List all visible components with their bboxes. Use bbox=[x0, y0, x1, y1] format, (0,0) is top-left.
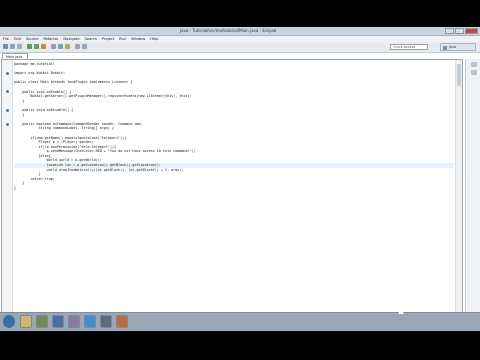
java-perspective-icon bbox=[443, 45, 447, 50]
code-editor[interactable]: package me.tutorial; import org.bukkit.Bu… bbox=[1, 59, 463, 329]
start-button[interactable] bbox=[3, 315, 15, 328]
eclipse-taskbar-icon[interactable] bbox=[52, 315, 64, 328]
debug-icon[interactable] bbox=[27, 44, 32, 49]
window-controls bbox=[445, 28, 478, 34]
minimize-button[interactable] bbox=[445, 28, 454, 34]
file-explorer-taskbar-icon[interactable] bbox=[20, 315, 32, 328]
code-line[interactable]: } bbox=[14, 186, 454, 191]
open-type-icon[interactable] bbox=[58, 44, 63, 49]
code-area[interactable]: package me.tutorial; import org.bukkit.Bu… bbox=[14, 62, 454, 191]
app-taskbar-icon[interactable] bbox=[68, 315, 80, 328]
back-icon[interactable] bbox=[75, 44, 80, 49]
quick-access-input[interactable]: Quick Access bbox=[390, 44, 428, 50]
desktop-screen: Java - Tutorial/src/me/tutorial/Main.jav… bbox=[0, 27, 480, 330]
window-title: Java - Tutorial/src/me/tutorial/Main.jav… bbox=[180, 28, 277, 33]
search-icon[interactable] bbox=[65, 44, 70, 49]
scrollbar-thumb[interactable] bbox=[457, 64, 461, 86]
print-icon[interactable] bbox=[17, 44, 22, 49]
media-taskbar-icon[interactable] bbox=[116, 315, 128, 328]
new-class-icon[interactable] bbox=[51, 44, 56, 49]
forward-icon[interactable] bbox=[82, 44, 87, 49]
mouse-cursor-icon bbox=[398, 309, 404, 314]
terminal-taskbar-icon[interactable] bbox=[100, 315, 112, 328]
task-list-icon[interactable] bbox=[470, 70, 477, 75]
window-title-bar: Java - Tutorial/src/me/tutorial/Main.jav… bbox=[0, 27, 480, 36]
new-file-icon[interactable] bbox=[3, 44, 8, 49]
maximize-button[interactable] bbox=[455, 28, 464, 34]
save-icon[interactable] bbox=[10, 44, 15, 49]
outline-view-icon[interactable] bbox=[470, 62, 477, 67]
fold-marker-icon[interactable] bbox=[6, 108, 9, 112]
run-icon[interactable] bbox=[34, 44, 39, 49]
fold-marker-icon[interactable] bbox=[6, 72, 9, 75]
external-tools-icon[interactable] bbox=[41, 44, 46, 49]
windows-taskbar bbox=[0, 312, 480, 331]
fold-marker-icon[interactable] bbox=[6, 122, 9, 126]
java-perspective-button[interactable]: Java bbox=[440, 43, 476, 51]
close-button[interactable] bbox=[465, 28, 478, 34]
skype-taskbar-icon[interactable] bbox=[84, 315, 96, 328]
toolbar: Quick Access Java bbox=[0, 42, 480, 53]
perspective-label: Java bbox=[449, 45, 457, 49]
editor-vertical-scrollbar[interactable] bbox=[455, 60, 462, 328]
minecraft-taskbar-icon[interactable] bbox=[36, 315, 48, 328]
minimized-views-strip bbox=[465, 59, 480, 329]
editor-gutter bbox=[2, 60, 13, 328]
